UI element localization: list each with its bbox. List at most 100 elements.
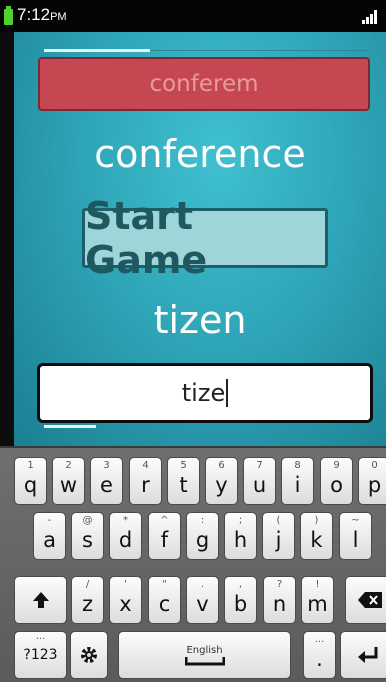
key-r[interactable]: 4r [129, 457, 162, 505]
key-label: e [100, 473, 113, 497]
key-v[interactable]: .v [186, 576, 219, 624]
key-o[interactable]: 9o [320, 457, 353, 505]
divider [150, 50, 370, 51]
key-label: h [233, 528, 248, 552]
text-caret [226, 379, 229, 407]
status-time: 7:12PM [17, 5, 67, 24]
key-label: s [82, 528, 93, 552]
progress-indicator [44, 49, 150, 52]
key-s[interactable]: @ s [71, 512, 104, 560]
symbols-key[interactable]: ··· ?123 [14, 631, 67, 679]
key-label: x [119, 592, 132, 616]
battery-icon [4, 6, 13, 25]
target-word: conference [94, 132, 306, 176]
key-label: j [275, 528, 282, 552]
backspace-icon [358, 592, 382, 608]
key-z[interactable]: / z [71, 576, 104, 624]
guess-display: conferem [38, 57, 370, 111]
key-hint: ' [124, 579, 127, 590]
key-t[interactable]: 5t [167, 457, 200, 505]
key-label: n [272, 592, 287, 616]
key-label: p [367, 473, 382, 497]
key-hint: ? [276, 579, 283, 590]
key-f[interactable]: ^ f [148, 512, 181, 560]
key-i[interactable]: 8i [281, 457, 314, 505]
key-label: z [81, 592, 94, 616]
key-label: u [252, 473, 267, 497]
enter-arrow-icon [357, 647, 377, 663]
key-hint: ~ [351, 515, 360, 526]
key-label: c [158, 592, 171, 616]
key-hint: 1 [27, 460, 34, 471]
key-hint: , [238, 579, 243, 590]
key-label: t [179, 473, 188, 497]
key-hint: 4 [142, 460, 149, 471]
settings-key[interactable] [70, 631, 108, 679]
key-q[interactable]: 1q [14, 457, 47, 505]
gear-icon [81, 647, 97, 663]
key-w[interactable]: 2w [52, 457, 85, 505]
key-hint: 3 [103, 460, 110, 471]
key-hint: 2 [65, 460, 72, 471]
current-word: tizen [153, 298, 247, 342]
key-x[interactable]: ' x [109, 576, 142, 624]
key-label: d [118, 528, 133, 552]
key-y[interactable]: 6y [205, 457, 238, 505]
key-d[interactable]: * d [109, 512, 142, 560]
key-hint: 0 [371, 460, 378, 471]
key-hint: / [85, 579, 90, 590]
key-k[interactable]: ) k [300, 512, 333, 560]
key-label: o [330, 473, 343, 497]
key-p[interactable]: 0p [358, 457, 386, 505]
key-hint: : [200, 515, 205, 526]
key-c[interactable]: " c [148, 576, 181, 624]
key-hint: ^ [160, 515, 169, 526]
key-n[interactable]: ? n [263, 576, 296, 624]
key-hint: ( [276, 515, 281, 526]
key-label: a [43, 528, 56, 552]
key-hint: * [123, 515, 128, 526]
key-b[interactable]: ,b [224, 576, 257, 624]
key-hint: 9 [333, 460, 340, 471]
key-j[interactable]: (j [262, 512, 295, 560]
signal-icon [362, 10, 378, 24]
key-hint: . [200, 579, 205, 590]
backspace-key[interactable] [345, 576, 386, 624]
word-input[interactable]: tize [37, 363, 373, 423]
key-hint: @ [82, 515, 93, 526]
key-a[interactable]: -a [33, 512, 66, 560]
key-label: q [23, 473, 38, 497]
keyboard: ··· ?123 English .... 1q2w3e4r5t6y7u8i9o0… [0, 446, 386, 682]
key-hint: ! [315, 579, 320, 590]
key-hint: ) [314, 515, 319, 526]
key-u[interactable]: 7u [243, 457, 276, 505]
key-label: i [294, 473, 301, 497]
start-game-button[interactable]: Start Game [82, 194, 328, 282]
key-e[interactable]: 3e [90, 457, 123, 505]
key-hint: 5 [180, 460, 187, 471]
key-g[interactable]: :g [186, 512, 219, 560]
key-hint: 6 [218, 460, 225, 471]
key-label: m [307, 592, 328, 616]
key-label: k [310, 528, 323, 552]
key-m[interactable]: ! m [301, 576, 334, 624]
key-label: g [195, 528, 210, 552]
key-hint: " [162, 579, 167, 590]
key-hint: ; [238, 515, 243, 526]
shift-key[interactable] [14, 576, 67, 624]
key-h[interactable]: ; h [224, 512, 257, 560]
enter-key[interactable] [340, 631, 386, 679]
key-label: l [352, 528, 359, 552]
period-key[interactable]: .... [303, 631, 336, 679]
key-hint: - [47, 515, 52, 526]
key-hint: 7 [256, 460, 263, 471]
key-label: b [233, 592, 248, 616]
key-hint: 8 [294, 460, 301, 471]
status-bar: 7:12PM [0, 0, 386, 32]
key-label: y [215, 473, 228, 497]
key-label: r [141, 473, 150, 497]
key-label: w [59, 473, 78, 497]
key-label: v [196, 592, 209, 616]
key-l[interactable]: ~ l [339, 512, 372, 560]
space-key[interactable]: English [118, 631, 291, 679]
